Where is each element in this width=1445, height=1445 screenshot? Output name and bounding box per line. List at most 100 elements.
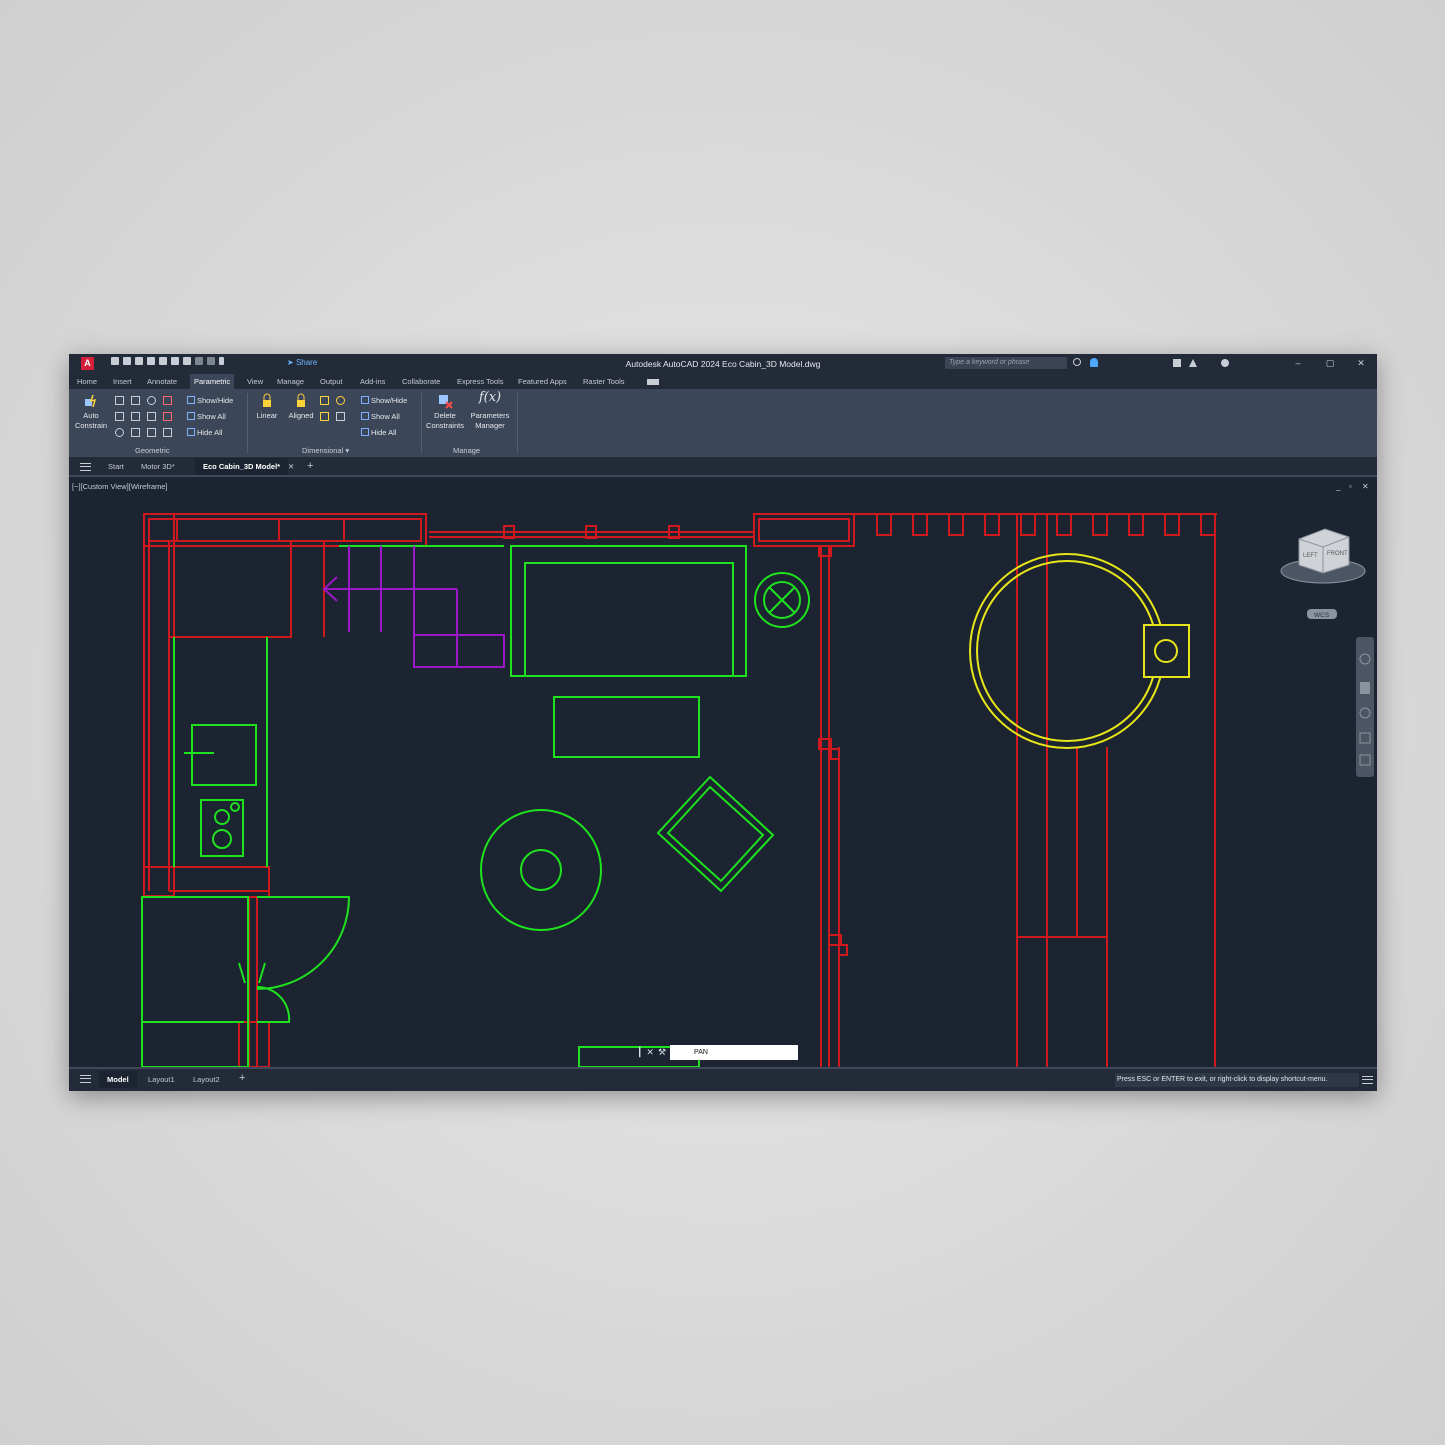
fix-icon[interactable] <box>163 396 172 405</box>
tab-featured-apps[interactable]: Featured Apps <box>518 377 567 386</box>
geometric-constraint-tools <box>115 396 177 444</box>
ribbon-tabs: Home Insert Annotate Parametric View Man… <box>69 373 1377 389</box>
command-grip-icon[interactable]: ┃ <box>637 1047 642 1058</box>
ribbon-panel: Auto Constrain Show/Hide Show All Hide A… <box>69 389 1377 457</box>
command-line: ┃ ✕ ⚒ PAN <box>637 1044 808 1060</box>
kitchen-counter-bottom <box>143 866 270 898</box>
tab-annotate[interactable]: Annotate <box>147 377 177 386</box>
geometric-show-hide-button[interactable]: Show/Hide <box>187 396 233 405</box>
title-bar: A ➤ Share Autodesk AutoCAD 2024 Eco Cabi… <box>69 354 1377 373</box>
file-tabs-menu-icon[interactable] <box>80 463 91 471</box>
symmetric-icon[interactable] <box>147 428 156 437</box>
help-icon[interactable] <box>1221 359 1229 367</box>
convert-icon[interactable] <box>336 412 345 421</box>
file-tab-start[interactable]: Start <box>108 462 124 471</box>
equal-icon[interactable] <box>163 428 172 437</box>
coincident-icon[interactable] <box>115 396 124 405</box>
tab-add-ins[interactable]: Add-ins <box>360 377 385 386</box>
customization-menu-icon[interactable] <box>1362 1076 1373 1084</box>
restore-button[interactable]: ▢ <box>1323 357 1337 370</box>
tab-raster-tools[interactable]: Raster Tools <box>583 377 625 386</box>
tab-output[interactable]: Output <box>320 377 343 386</box>
tab-insert[interactable]: Insert <box>113 377 132 386</box>
furniture <box>141 545 810 1067</box>
auto-constrain-button[interactable]: Auto Constrain <box>71 393 111 431</box>
layout-tab-model[interactable]: Model <box>99 1071 137 1088</box>
new-layout-icon[interactable]: + <box>239 1072 245 1084</box>
parameters-manager-button[interactable]: f(x) Parameters Manager <box>468 391 512 431</box>
angular-icon[interactable] <box>320 412 329 421</box>
command-customize-icon[interactable]: ⚒ <box>658 1047 666 1058</box>
tab-collaborate[interactable]: Collaborate <box>402 377 440 386</box>
kitchen-counter-inner <box>148 518 422 542</box>
navigation-bar[interactable] <box>1356 637 1374 777</box>
viewcube-left-label[interactable]: LEFT <box>1303 553 1318 559</box>
auto-constrain-icon <box>85 394 97 408</box>
status-bar: Model Layout1 Layout2 + Press ESC or ENT… <box>69 1067 1377 1091</box>
ribbon-separator <box>421 393 422 453</box>
show-all-icon <box>187 412 195 420</box>
smooth-icon[interactable] <box>131 428 140 437</box>
horizontal-icon[interactable] <box>147 412 156 421</box>
geometric-panel-title[interactable]: Geometric <box>135 446 170 455</box>
layout-tab-layout1[interactable]: Layout1 <box>148 1075 175 1084</box>
command-close-icon[interactable]: ✕ <box>646 1047 654 1058</box>
dim-hide-all-button[interactable]: Hide All <box>361 428 396 437</box>
manage-panel-title[interactable]: Manage <box>453 446 480 455</box>
diameter-icon[interactable] <box>336 396 345 405</box>
concentric-icon[interactable] <box>147 396 156 405</box>
radius-icon[interactable] <box>320 396 329 405</box>
status-message: Press ESC or ENTER to exit, or right-cli… <box>1115 1073 1359 1087</box>
tab-view[interactable]: View <box>247 377 263 386</box>
perpendicular-icon[interactable] <box>131 412 140 421</box>
tangent-icon[interactable] <box>115 428 124 437</box>
geometric-hide-all-button[interactable]: Hide All <box>187 428 222 437</box>
command-input[interactable]: PAN <box>670 1044 799 1060</box>
tab-express-tools[interactable]: Express Tools <box>457 377 504 386</box>
close-button[interactable]: ✕ <box>1354 357 1368 370</box>
viewcube-front-label[interactable]: FRONT <box>1327 551 1348 557</box>
stairs <box>322 546 505 668</box>
search-icon[interactable] <box>1073 358 1081 366</box>
search-input[interactable]: Type a keyword or phrase <box>945 357 1067 369</box>
dimensional-panel-title[interactable]: Dimensional ▾ <box>302 446 349 455</box>
new-tab-icon[interactable]: + <box>307 460 313 472</box>
hide-all-icon <box>361 428 369 436</box>
dim-show-hide-button[interactable]: Show/Hide <box>361 396 407 405</box>
user-icon[interactable] <box>1090 358 1098 367</box>
round-rug <box>480 809 602 931</box>
file-tab-motor-3d[interactable]: Motor 3D* <box>141 462 175 471</box>
delete-constraints-icon <box>439 395 453 409</box>
close-tab-icon[interactable]: ✕ <box>288 462 294 471</box>
wcs-label[interactable]: WCS <box>1314 612 1330 619</box>
parallel-icon[interactable] <box>115 412 124 421</box>
side-table <box>656 775 775 893</box>
cabinet <box>168 540 292 638</box>
aligned-button[interactable]: Aligned <box>284 393 318 421</box>
ribbon-separator <box>247 393 248 453</box>
drawing-viewport[interactable]: [−][Custom View][Wireframe] _ ▫ ✕ LEFT F… <box>69 477 1377 1067</box>
layout-tab-layout2[interactable]: Layout2 <box>193 1075 220 1084</box>
sink <box>191 724 257 786</box>
collinear-icon[interactable] <box>131 396 140 405</box>
ribbon-separator <box>517 393 518 453</box>
floor-plan-drawing: LEFT FRONT WCS <box>141 513 1374 1067</box>
linear-lock-icon <box>263 393 271 407</box>
linear-button[interactable]: Linear <box>253 393 281 421</box>
dim-show-all-button[interactable]: Show All <box>361 412 400 421</box>
round-table <box>969 553 1190 749</box>
layout-menu-icon[interactable] <box>80 1075 91 1083</box>
ribbon-toggle-icon[interactable] <box>647 379 659 385</box>
file-tab-eco-cabin[interactable]: Eco Cabin_3D Model* <box>195 458 289 475</box>
show-hide-icon <box>361 396 369 404</box>
autocad-window: A ➤ Share Autodesk AutoCAD 2024 Eco Cabi… <box>69 354 1377 1091</box>
geometric-show-all-button[interactable]: Show All <box>187 412 226 421</box>
tab-manage[interactable]: Manage <box>277 377 304 386</box>
delete-constraints-button[interactable]: Delete Constraints <box>423 393 467 431</box>
tab-home[interactable]: Home <box>77 377 97 386</box>
minimize-button[interactable]: – <box>1291 357 1305 370</box>
cart-icon[interactable] <box>1173 359 1181 367</box>
vertical-icon[interactable] <box>163 412 172 421</box>
tab-parametric[interactable]: Parametric <box>190 374 235 389</box>
coffee-table <box>553 696 700 758</box>
